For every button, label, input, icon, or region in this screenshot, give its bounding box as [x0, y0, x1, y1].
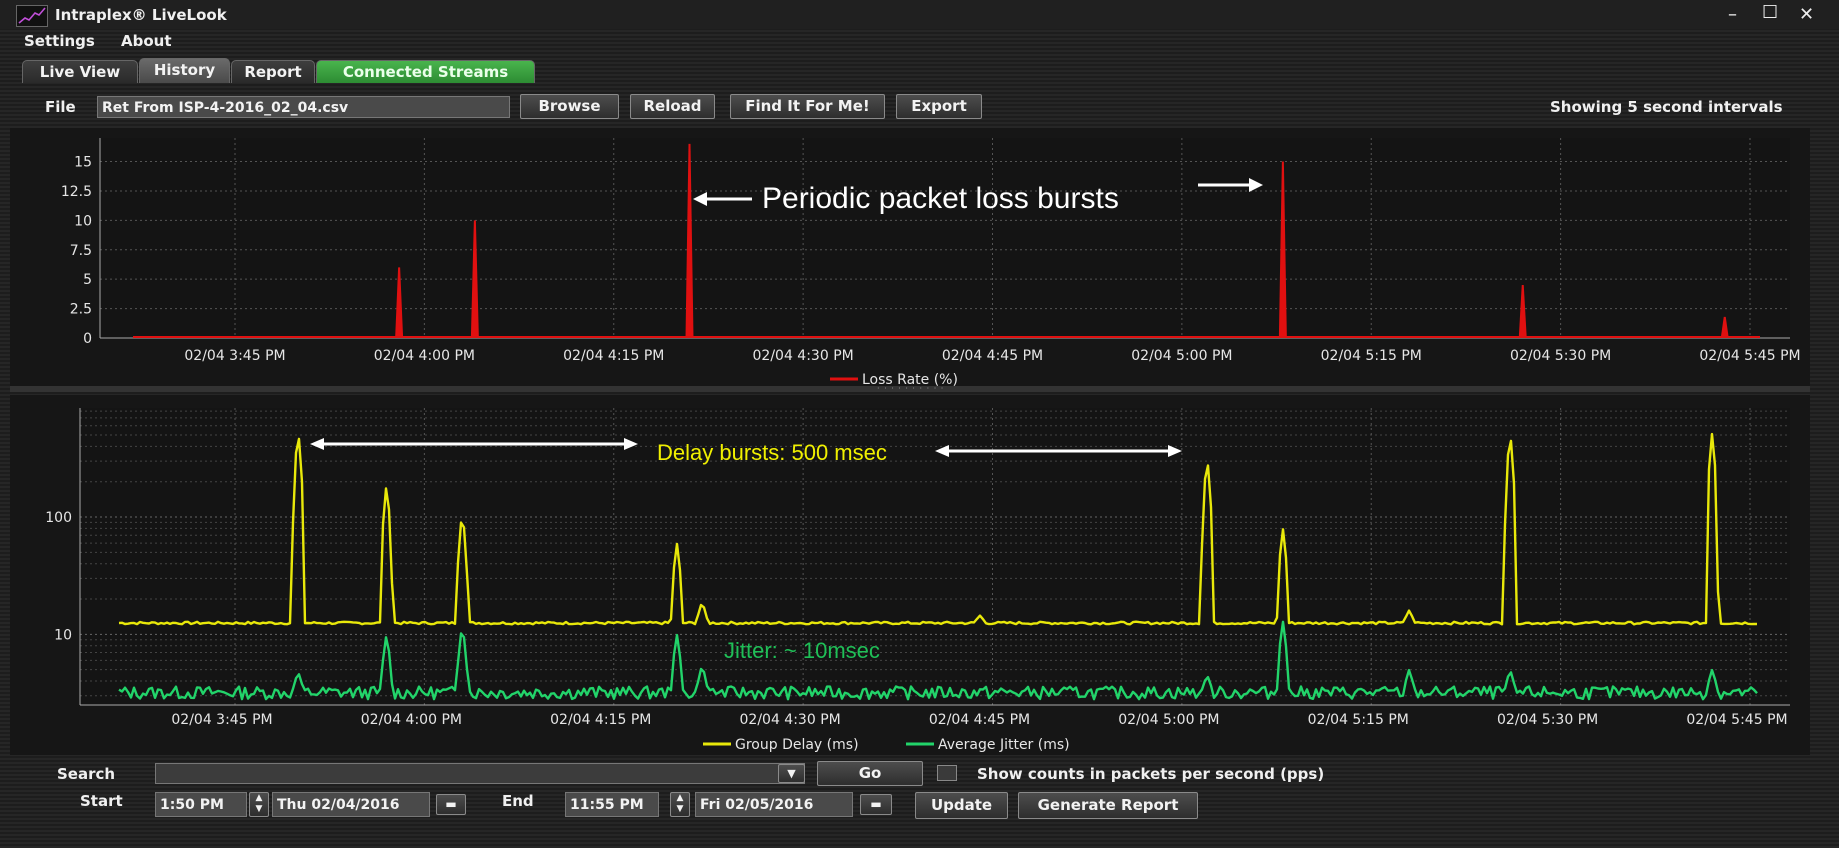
go-button[interactable]: Go	[817, 761, 923, 786]
delay-jitter-chart: 10 100 02/04 3:45 PM 02/04 4:00 PM 02/04 4:1…	[10, 395, 1810, 755]
search-row: Search ▼ Go Show counts in packets per s…	[0, 758, 1839, 788]
x-tick-label: 02/04 4:15 PM	[563, 348, 664, 364]
pps-checkbox[interactable]	[937, 765, 957, 781]
y-tick-label: 10	[74, 213, 92, 229]
chevron-down-icon[interactable]: ▼	[778, 764, 805, 783]
x-tick-label: 02/04 3:45 PM	[184, 348, 285, 364]
start-label: Start	[80, 792, 123, 810]
minimize-icon[interactable]: –	[1728, 4, 1737, 25]
x-tick-label: 02/04 5:45 PM	[1699, 348, 1800, 364]
x-tick-label: 02/04 4:30 PM	[753, 348, 854, 364]
start-date-field[interactable]: Thu 02/04/2016	[272, 792, 430, 817]
x-tick-label: 02/04 5:00 PM	[1118, 712, 1219, 728]
find-it-for-me-button[interactable]: Find It For Me!	[730, 94, 885, 119]
x-tick-label: 02/04 4:00 PM	[374, 348, 475, 364]
maximize-icon[interactable]: ☐	[1762, 2, 1778, 23]
y-tick-label: 7.5	[70, 243, 92, 259]
plot-area	[100, 138, 1790, 338]
y-tick-label: 10	[54, 627, 72, 643]
x-tick-label: 02/04 4:15 PM	[550, 712, 651, 728]
y-tick-label: 100	[45, 510, 72, 526]
y-tick-label: 0	[83, 331, 92, 347]
end-label: End	[502, 792, 534, 810]
end-date-field[interactable]: Fri 02/05/2016	[695, 792, 853, 817]
x-tick-label: 02/04 5:30 PM	[1510, 348, 1611, 364]
loss-rate-chart: 0 2.5 5 7.5 10 12.5 15 02/04 3:45 PM 02/04 4:00 …	[10, 128, 1810, 386]
reload-button[interactable]: Reload	[630, 94, 715, 119]
x-tick-label: 02/04 3:45 PM	[171, 712, 272, 728]
livelook-window: Intraplex® LiveLook – ☐ ✕ Settings About…	[0, 0, 1839, 848]
y-tick-label: 12.5	[61, 184, 92, 200]
annotation-jitter: Jitter: ~ 10msec	[724, 638, 880, 663]
x-tick-label: 02/04 4:45 PM	[942, 348, 1043, 364]
menu-bar: Settings About	[0, 29, 1839, 54]
x-tick-label: 02/04 4:45 PM	[929, 712, 1030, 728]
tab-history[interactable]: History	[139, 58, 230, 83]
annotation-loss: Periodic packet loss bursts	[762, 182, 1119, 215]
splitter-grip-icon[interactable]: · · · · · · · · · ·	[877, 385, 944, 393]
y-tick-label: 5	[83, 272, 92, 288]
range-row: Start 1:50 PM ▲ ▼ Thu 02/04/2016 ▬ End 11…	[0, 788, 1839, 820]
x-tick-label: 02/04 5:15 PM	[1321, 348, 1422, 364]
annotation-delay: Delay bursts: 500 msec	[657, 440, 887, 465]
update-button[interactable]: Update	[915, 792, 1008, 819]
app-logo-icon	[16, 5, 48, 27]
file-toolbar: File Ret From ISP-4-2016_02_04.csv Brows…	[0, 90, 1839, 122]
file-label: File	[45, 98, 76, 116]
generate-report-button[interactable]: Generate Report	[1018, 792, 1198, 819]
search-combo[interactable]	[155, 763, 805, 784]
x-tick-label: 02/04 5:00 PM	[1131, 348, 1232, 364]
legend-label-jitter: Average Jitter (ms)	[938, 737, 1070, 753]
legend-label-delay: Group Delay (ms)	[735, 737, 859, 753]
interval-status: Showing 5 second intervals	[1550, 98, 1783, 116]
close-icon[interactable]: ✕	[1799, 4, 1814, 25]
tab-connected-streams[interactable]: Connected Streams	[316, 60, 535, 83]
file-path-field[interactable]: Ret From ISP-4-2016_02_04.csv	[97, 96, 510, 118]
tab-live-view[interactable]: Live View	[22, 60, 138, 83]
x-tick-label: 02/04 5:15 PM	[1308, 712, 1409, 728]
menu-about[interactable]: About	[121, 32, 172, 50]
title-bar: Intraplex® LiveLook – ☐ ✕	[0, 0, 1839, 29]
menu-settings[interactable]: Settings	[24, 32, 95, 50]
end-time-spinner-icon[interactable]: ▲ ▼	[670, 792, 690, 817]
tab-report[interactable]: Report	[231, 60, 315, 83]
chart-splitter[interactable]: · · · · · · · · · ·	[10, 385, 1810, 393]
end-time-field[interactable]: 11:55 PM	[565, 792, 659, 817]
start-time-spinner-icon[interactable]: ▲ ▼	[249, 792, 269, 817]
start-time-field[interactable]: 1:50 PM	[155, 792, 247, 817]
x-tick-label: 02/04 4:00 PM	[361, 712, 462, 728]
browse-button[interactable]: Browse	[520, 94, 619, 119]
y-tick-label: 2.5	[70, 302, 92, 318]
y-tick-label: 15	[74, 155, 92, 171]
delay-jitter-chart-svg: 10 100 02/04 3:45 PM 02/04 4:00 PM 02/04 4:1…	[45, 408, 1790, 753]
x-tick-label: 02/04 4:30 PM	[740, 712, 841, 728]
x-tick-label: 02/04 5:45 PM	[1686, 712, 1787, 728]
end-calendar-icon[interactable]: ▬	[860, 794, 892, 815]
start-calendar-icon[interactable]: ▬	[436, 794, 466, 815]
x-tick-label: 02/04 5:30 PM	[1497, 712, 1598, 728]
pps-label: Show counts in packets per second (pps)	[977, 765, 1325, 783]
export-button[interactable]: Export	[896, 94, 982, 119]
loss-rate-chart-svg: 0 2.5 5 7.5 10 12.5 15 02/04 3:45 PM 02/04 4:00 …	[61, 138, 1801, 386]
window-title: Intraplex® LiveLook	[55, 6, 227, 24]
tab-bar: Live View History Report Connected Strea…	[0, 58, 1839, 83]
search-label: Search	[57, 765, 116, 783]
